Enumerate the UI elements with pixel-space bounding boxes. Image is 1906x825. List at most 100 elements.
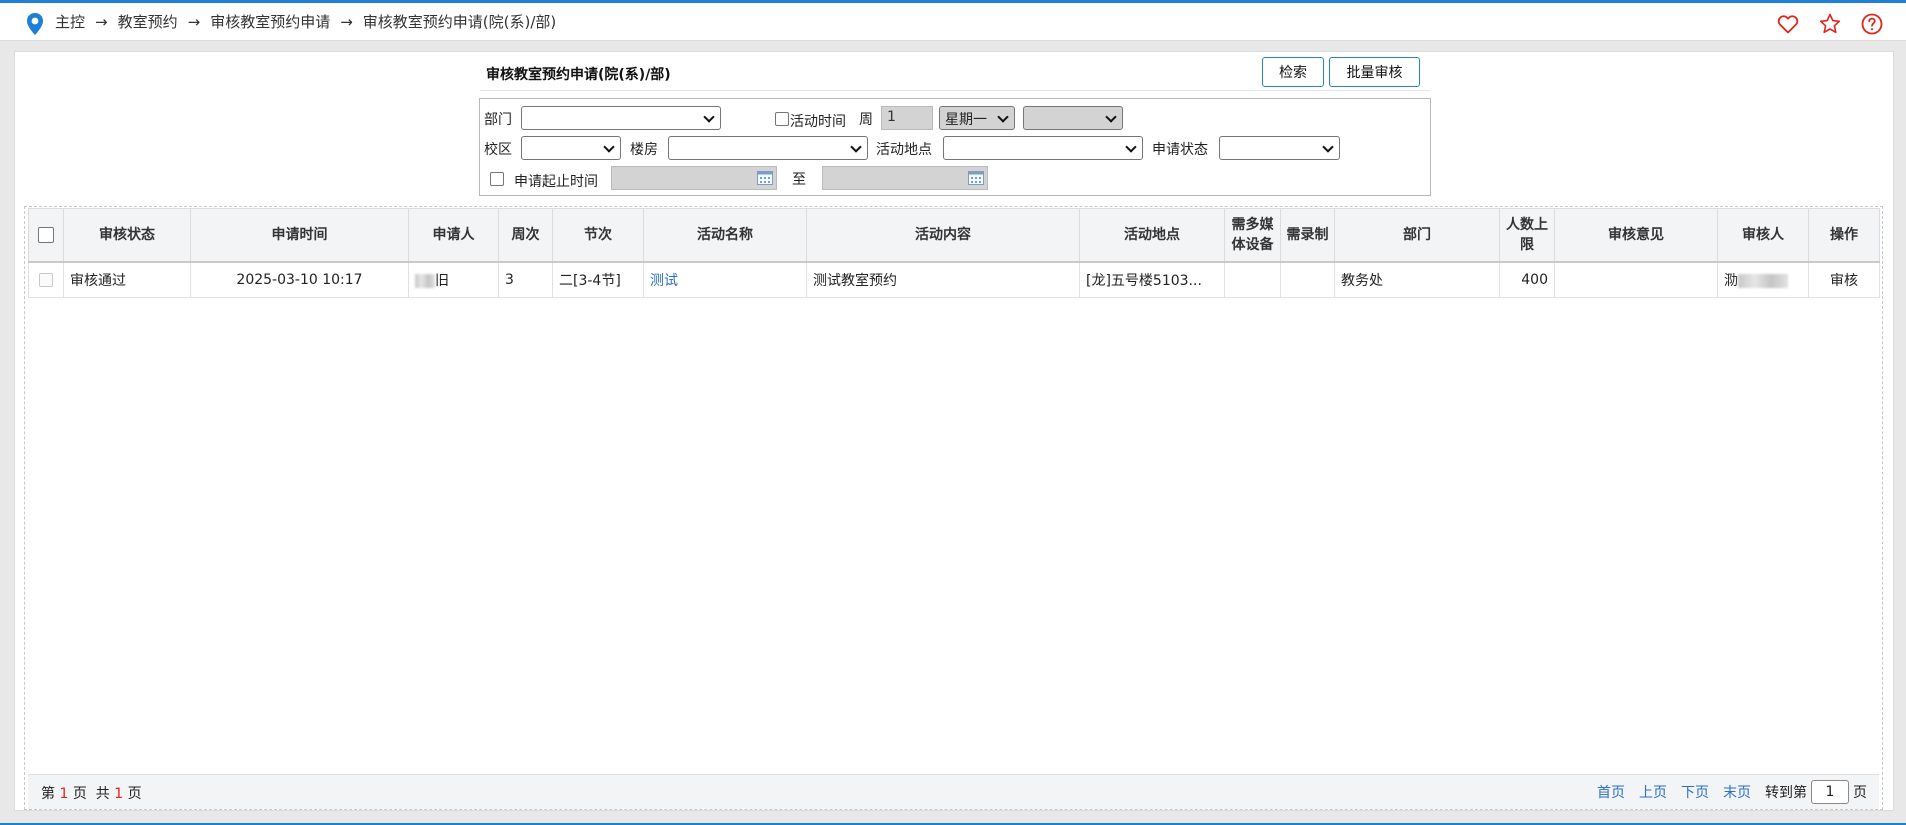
cell-multimedia [1224,261,1281,298]
building-label: 楼房 [630,142,658,158]
apply-range-label: 申请起止时间 [514,174,598,190]
pagination-bar: 第 1 页 共 1 页 首页 上页 下页 末页 转到第 1 页 [28,774,1879,809]
goto-label: 转到第 [1765,785,1807,801]
building-select[interactable] [668,136,868,160]
first-page-link[interactable]: 首页 [1597,782,1625,802]
section-select[interactable] [1023,106,1123,130]
table-header-row: 审核状态 申请时间 申请人 周次 节次 活动名称 活动内容 活动地点 需多媒体设… [28,208,1880,263]
star-icon[interactable] [1818,12,1842,36]
breadcrumb-item-review-application[interactable]: 审核教室预约申请 [210,11,330,32]
page-suffix: 页 [72,786,87,802]
apply-start-date-input[interactable] [611,166,777,190]
activity-time-checkbox[interactable] [775,112,789,126]
calendar-icon[interactable] [757,171,773,185]
breadcrumb-item-home[interactable]: 主控 [55,11,85,32]
next-page-link[interactable]: 下页 [1681,782,1709,802]
column-header[interactable]: 部门 [1334,208,1500,263]
column-header[interactable]: 审核意见 [1554,208,1718,263]
campus-label: 校区 [484,142,512,158]
week-input[interactable]: 1 [881,106,933,130]
status-label: 申请状态 [1152,142,1208,158]
cell-reviewer: 泐 [1717,261,1809,298]
form-title-divider [480,90,1430,91]
batch-review-button[interactable]: 批量审核 [1329,57,1420,87]
heart-icon[interactable] [1776,12,1800,36]
search-button[interactable]: 检索 [1262,57,1324,87]
dept-label: 部门 [484,112,512,128]
column-header[interactable]: 需多媒体设备 [1224,208,1281,263]
dept-select[interactable] [521,106,721,130]
apply-range-checkbox[interactable] [490,172,504,186]
weekday-select-value: 星期一 [945,112,987,128]
table-row: 审核通过 2025-03-10 10:17 旧 3 二[3-4节] 测试 测试教… [28,261,1880,298]
help-icon[interactable] [1860,12,1884,36]
cell-location: [龙]五号楼5103... [1079,261,1225,298]
column-header[interactable]: 活动名称 [643,208,807,263]
cell-opinion [1554,261,1718,298]
status-select[interactable] [1219,136,1340,160]
column-header[interactable]: 操作 [1808,208,1880,263]
applicant-name-suffix: 旧 [435,272,449,289]
column-header[interactable]: 节次 [552,208,644,263]
cell-week: 3 [498,261,553,298]
cell-activity-name: 测试 [643,261,807,298]
column-header[interactable]: 审核状态 [63,208,191,263]
cell-action: 审核 [1808,261,1880,298]
total-prefix: 共 [95,786,110,802]
prev-page-link[interactable]: 上页 [1639,782,1667,802]
weekday-select[interactable]: 星期一 [939,106,1015,130]
application-table: 审核状态 申请时间 申请人 周次 节次 活动名称 活动内容 活动地点 需多媒体设… [28,208,1880,298]
apply-end-date-input[interactable] [822,166,988,190]
week-input-value: 1 [887,109,896,125]
week-label: 周 [859,112,873,128]
select-all-cell [28,208,64,263]
cell-record [1280,261,1335,298]
top-icon-group [1776,12,1884,36]
goto-suffix: 页 [1853,785,1867,801]
top-bar: 主控 → 教室预约 → 审核教室预约申请 → 审核教室预约申请(院(系)/部) [0,3,1906,41]
to-label: 至 [792,172,806,188]
total-pages: 1 [114,786,124,802]
redacted-name [1738,273,1788,288]
column-header[interactable]: 需录制 [1280,208,1335,263]
form-title: 审核教室预约申请(院(系)/部) [486,67,671,83]
breadcrumb-separator: → [95,12,108,31]
column-header[interactable]: 申请人 [408,208,499,263]
row-select-cell [28,261,64,298]
breadcrumb-item-room-booking[interactable]: 教室预约 [118,11,178,32]
cell-status: 审核通过 [63,261,191,298]
review-action-link[interactable]: 审核 [1830,273,1858,289]
breadcrumb-separator: → [187,12,201,31]
column-header[interactable]: 周次 [498,208,553,263]
total-suffix: 页 [127,786,142,802]
cell-department: 教务处 [1334,261,1500,298]
redacted-name [415,273,435,288]
column-header[interactable]: 活动内容 [806,208,1080,263]
page-nav: 首页 上页 下页 末页 转到第 1 页 [1583,780,1867,804]
last-page-link[interactable]: 末页 [1723,782,1751,802]
calendar-icon[interactable] [968,171,984,185]
breadcrumb: 主控 → 教室预约 → 审核教室预约申请 → 审核教室预约申请(院(系)/部) [55,11,556,32]
column-header[interactable]: 人数上限 [1499,208,1555,263]
activity-time-label: 活动时间 [790,114,846,130]
row-checkbox[interactable] [39,272,53,287]
column-header[interactable]: 申请时间 [190,208,409,263]
page-info: 第 1 页 共 1 页 [41,783,142,803]
column-header[interactable]: 活动地点 [1079,208,1225,263]
activity-name-link[interactable]: 测试 [650,273,678,289]
location-select[interactable] [943,136,1143,160]
cell-applicant: 旧 [408,261,499,298]
cell-capacity: 400 [1499,261,1555,298]
location-label: 活动地点 [876,142,932,158]
breadcrumb-item-current: 审核教室预约申请(院(系)/部) [362,13,557,31]
location-pin-icon [27,13,43,35]
select-all-checkbox[interactable] [38,226,54,243]
campus-select[interactable] [521,136,621,160]
goto-page-input[interactable]: 1 [1811,780,1849,804]
reviewer-name-prefix: 泐 [1724,272,1738,289]
cell-apply-time: 2025-03-10 10:17 [190,261,409,298]
cell-activity-content: 测试教室预约 [806,261,1080,298]
column-header[interactable]: 审核人 [1717,208,1809,263]
breadcrumb-separator: → [340,12,353,31]
page-prefix: 第 [41,786,55,802]
